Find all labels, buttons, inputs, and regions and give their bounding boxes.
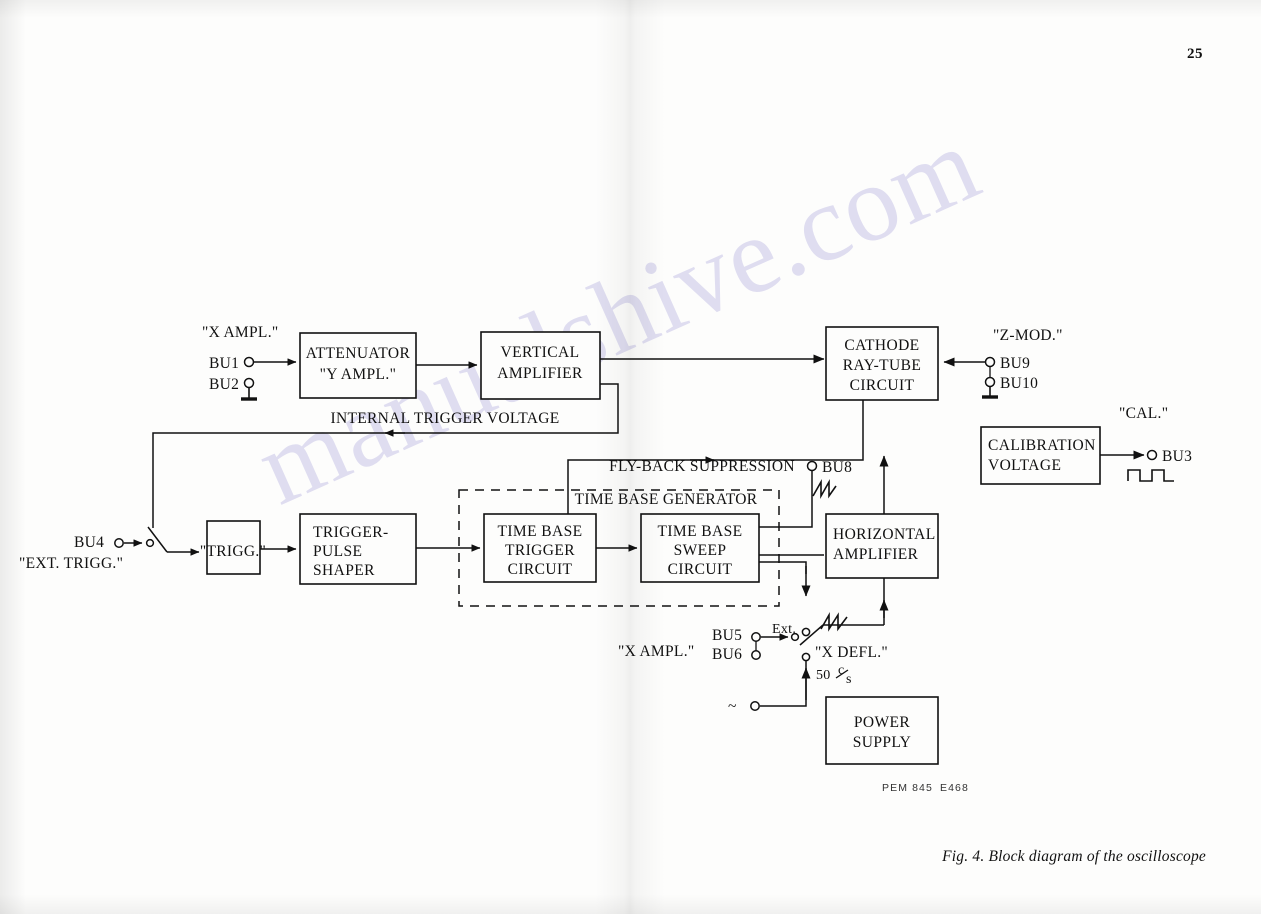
sawtooth-wave-icon [812, 478, 837, 500]
block-attenuator-line2: "Y AMPL." [320, 366, 397, 383]
wire-sweep-down [759, 561, 807, 574]
label-x-ampl-top: "X AMPL." [202, 324, 279, 341]
block-trigg-label: "TRIGG." [200, 543, 266, 560]
block-crt-line3: CIRCUIT [850, 377, 915, 394]
terminal-bu6[interactable] [751, 650, 761, 660]
label-x-ampl-bottom: "X AMPL." [618, 643, 695, 660]
block-power-line2: SUPPLY [853, 734, 912, 751]
square-wave-icon [1127, 469, 1174, 482]
label-bu1: BU1 [209, 355, 239, 372]
wire-internal-trigger [152, 383, 619, 528]
block-shaper-line2: PULSE [313, 543, 362, 560]
label-bu10: BU10 [1000, 375, 1038, 392]
label-time-base-generator: TIME BASE GENERATOR [575, 491, 758, 508]
label-x-defl: "X DEFL." [815, 644, 888, 661]
label-bu3: BU3 [1162, 448, 1192, 465]
block-calibration-line1: CALIBRATION [988, 437, 1096, 454]
drawing-code-left: PEM 845 [882, 782, 933, 794]
switch-contact-ext[interactable] [145, 538, 155, 548]
label-flyback-suppression: FLY-BACK SUPPRESSION [609, 458, 795, 475]
figure-caption: Fig. 4. Block diagram of the oscilloscop… [942, 848, 1206, 865]
terminal-mains[interactable] [750, 701, 760, 711]
block-calibration-voltage[interactable] [980, 426, 1101, 485]
label-cal: "CAL." [1119, 405, 1168, 422]
block-vertical-line1: VERTICAL [501, 344, 580, 361]
terminal-bu9[interactable] [984, 356, 996, 368]
wire-sweep-bu8 [759, 470, 813, 528]
block-tbtrig-line1: TIME BASE [498, 523, 583, 540]
block-diagram: ATTENUATOR "Y AMPL." VERTICAL AMPLIFIER … [19, 324, 1192, 794]
label-bu9: BU9 [1000, 355, 1030, 372]
terminal-bu8[interactable] [806, 460, 818, 472]
drawing-code-right: E468 [940, 782, 969, 794]
sawtooth-wave-icon [820, 611, 848, 632]
block-tbtrig-line2: TRIGGER [505, 542, 575, 559]
label-bu5: BU5 [712, 627, 742, 644]
block-horiz-line1: HORIZONTAL [833, 526, 936, 543]
label-mains-frequency: 50 [816, 668, 831, 683]
block-calibration-line2: VOLTAGE [988, 457, 1061, 474]
terminal-bu4[interactable] [114, 538, 124, 548]
label-z-mod: "Z-MOD." [993, 327, 1063, 344]
block-tbsweep-line1: TIME BASE [658, 523, 743, 540]
label-mains-symbol: ~ [728, 698, 737, 715]
label-bu4: BU4 [74, 534, 104, 551]
label-bu8: BU8 [822, 459, 852, 476]
block-crt-line1: CATHODE [844, 337, 919, 354]
label-ext-trigg: "EXT. TRIGG." [19, 555, 123, 572]
terminal-bu10[interactable] [984, 376, 996, 388]
block-shaper-line1: TRIGGER- [313, 524, 389, 541]
block-attenuator-line1: ATTENUATOR [306, 345, 411, 362]
switch-contact-mains[interactable] [801, 652, 811, 662]
block-crt-line2: RAY-TUBE [843, 357, 921, 374]
terminal-bu1[interactable] [243, 356, 255, 368]
block-shaper-line3: SHAPER [313, 562, 375, 579]
block-tbsweep-line2: SWEEP [674, 542, 727, 559]
terminal-bu5[interactable] [751, 632, 761, 642]
label-internal-trigger-voltage: INTERNAL TRIGGER VOLTAGE [331, 410, 560, 427]
block-horiz-line2: AMPLIFIER [833, 546, 919, 563]
block-tbtrig-line3: CIRCUIT [508, 561, 573, 578]
label-bu6: BU6 [712, 646, 742, 663]
switch-contact-x-ampl[interactable] [790, 632, 800, 642]
label-mains-freq-denominator: s [846, 672, 851, 687]
terminal-bu2[interactable] [243, 377, 255, 389]
wire-mains-branch [760, 661, 807, 707]
scanned-page: manualshive.com 25 ATTENUATOR "Y AMPL." … [0, 0, 1261, 914]
switch-contact-ext-defl[interactable] [801, 627, 811, 637]
label-bu2: BU2 [209, 376, 239, 393]
block-tbsweep-line3: CIRCUIT [668, 561, 733, 578]
block-power-line1: POWER [854, 714, 911, 731]
block-vertical-line2: AMPLIFIER [497, 365, 583, 382]
terminal-bu3[interactable] [1146, 449, 1158, 461]
